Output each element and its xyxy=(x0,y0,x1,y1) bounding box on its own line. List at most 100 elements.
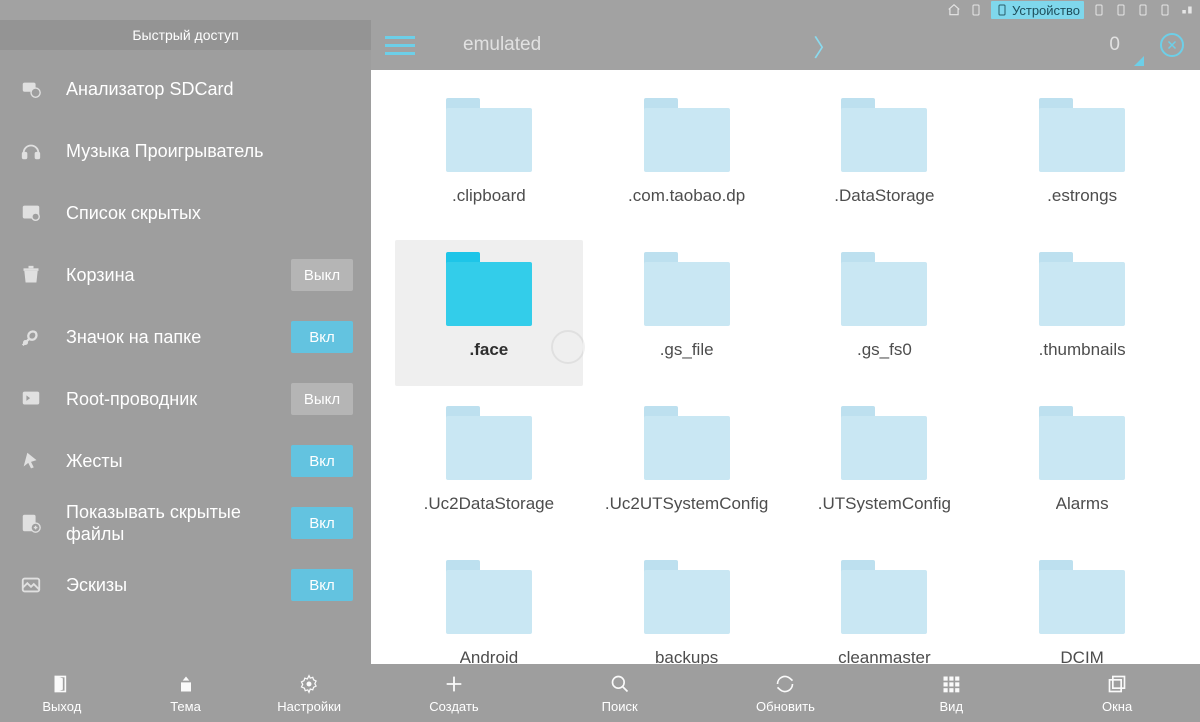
toggle-button[interactable]: Вкл xyxy=(291,445,353,477)
device-icon[interactable] xyxy=(969,3,983,17)
touch-indicator-icon xyxy=(551,330,585,364)
folder-item[interactable]: .clipboard xyxy=(395,86,583,232)
folder-icon xyxy=(446,252,532,326)
тема-icon xyxy=(175,673,197,695)
folder-item[interactable]: DCIM xyxy=(988,548,1176,664)
toolbar-button-label: Окна xyxy=(1102,699,1132,714)
file-browser: emulated 〉 0 .clipboard .com.taobao.dp .Da… xyxy=(371,20,1200,664)
sidebar-item[interactable]: Жесты Вкл xyxy=(0,430,371,492)
folder-item[interactable]: Android xyxy=(395,548,583,664)
folder-item[interactable]: Alarms xyxy=(988,394,1176,540)
close-icon[interactable] xyxy=(1160,33,1184,57)
folder-label: backups xyxy=(655,648,718,664)
folder-item[interactable]: .estrongs xyxy=(988,86,1176,232)
toggle-button[interactable]: Вкл xyxy=(291,321,353,353)
sidebar-item-icon xyxy=(20,574,42,596)
sidebar-item-label: Корзина xyxy=(66,264,267,287)
toolbar-button[interactable]: Поиск xyxy=(537,664,703,722)
folder-icon xyxy=(841,406,927,480)
sidebar-item[interactable]: Показывать скрытые файлы Вкл xyxy=(0,492,371,554)
folder-label: cleanmaster xyxy=(838,648,931,664)
sidebar-item-label: Жесты xyxy=(66,450,267,473)
folder-item[interactable]: .face xyxy=(395,240,583,386)
sidebar-item-icon xyxy=(20,202,42,224)
folder-label: .UTSystemConfig xyxy=(818,494,951,514)
toolbar-button[interactable]: Вид xyxy=(868,664,1034,722)
folder-label: .com.taobao.dp xyxy=(628,186,745,206)
sidebar-item-icon xyxy=(20,326,42,348)
folder-item[interactable]: .gs_fs0 xyxy=(791,240,979,386)
toolbar-button[interactable]: Настройки xyxy=(247,664,371,722)
folder-item[interactable]: .Uc2UTSystemConfig xyxy=(593,394,781,540)
device-tab[interactable]: Устройство xyxy=(991,1,1084,19)
sidebar-item[interactable]: Root-проводник Выкл xyxy=(0,368,371,430)
folder-label: Alarms xyxy=(1056,494,1109,514)
menu-icon[interactable] xyxy=(385,30,415,60)
folder-icon xyxy=(644,560,730,634)
device-icon[interactable] xyxy=(1136,3,1150,17)
sidebar-item[interactable]: ЭскизыВкл xyxy=(0,554,371,616)
sidebar-item[interactable]: Анализатор SDCard xyxy=(0,58,371,120)
sidebar-item[interactable]: Корзина Выкл xyxy=(0,244,371,306)
sidebar-item[interactable]: Музыка Проигрыватель xyxy=(0,120,371,182)
toolbar-button-label: Тема xyxy=(170,699,201,714)
toolbar-button[interactable]: Тема xyxy=(124,664,248,722)
folder-icon xyxy=(1039,560,1125,634)
folder-label: .gs_file xyxy=(660,340,714,360)
поиск-icon xyxy=(609,673,631,695)
folder-item[interactable]: .thumbnails xyxy=(988,240,1176,386)
folder-item[interactable]: .gs_file xyxy=(593,240,781,386)
sidebar-item-icon xyxy=(20,450,42,472)
toggle-button[interactable]: Вкл xyxy=(291,507,353,539)
device-icon xyxy=(995,3,1009,17)
sidebar-item-label: Музыка Проигрыватель xyxy=(66,140,353,163)
sidebar-item-label: Root-проводник xyxy=(66,388,267,411)
path-segment[interactable]: 0 xyxy=(1109,34,1120,56)
toolbar-button[interactable]: Окна xyxy=(1034,664,1200,722)
home-icon[interactable] xyxy=(947,3,961,17)
folder-item[interactable]: .DataStorage xyxy=(791,86,979,232)
sidebar-item-label: Список скрытых xyxy=(66,202,353,225)
folder-grid: .clipboard .com.taobao.dp .DataStorage .est… xyxy=(395,86,1176,664)
device-icon[interactable] xyxy=(1114,3,1128,17)
system-top-bar: Устройство xyxy=(0,0,1200,20)
folder-item[interactable]: .UTSystemConfig xyxy=(791,394,979,540)
toggle-button[interactable]: Вкл xyxy=(291,569,353,601)
path-segment[interactable]: emulated xyxy=(463,34,541,56)
quick-access-sidebar: Быстрый доступ Анализатор SDCard Музыка П… xyxy=(0,20,371,664)
folder-label: .DataStorage xyxy=(834,186,934,206)
toggle-button[interactable]: Выкл xyxy=(291,383,353,415)
folder-item[interactable]: backups xyxy=(593,548,781,664)
folder-icon xyxy=(446,406,532,480)
device-icon[interactable] xyxy=(1092,3,1106,17)
folder-item[interactable]: .Uc2DataStorage xyxy=(395,394,583,540)
folder-icon xyxy=(841,98,927,172)
toolbar-button[interactable]: Создать xyxy=(371,664,537,722)
folder-label: Android xyxy=(460,648,519,664)
sidebar-item[interactable]: Список скрытых xyxy=(0,182,371,244)
folder-label: .clipboard xyxy=(452,186,526,206)
folder-item[interactable]: cleanmaster xyxy=(791,548,979,664)
toolbar-button[interactable]: Выход xyxy=(0,664,124,722)
folder-label: .gs_fs0 xyxy=(857,340,912,360)
sidebar-item[interactable]: Значок на папкеВкл xyxy=(0,306,371,368)
network-icon[interactable] xyxy=(1180,3,1194,17)
sidebar-title: Быстрый доступ xyxy=(0,20,371,50)
folder-item[interactable]: .com.taobao.dp xyxy=(593,86,781,232)
выход-icon xyxy=(51,673,73,695)
toggle-button[interactable]: Выкл xyxy=(291,259,353,291)
device-icon[interactable] xyxy=(1158,3,1172,17)
folder-label: .thumbnails xyxy=(1039,340,1126,360)
folder-label: .estrongs xyxy=(1047,186,1117,206)
folder-label: .face xyxy=(470,340,509,360)
sidebar-item-label: Показывать скрытые файлы xyxy=(66,501,267,546)
folder-label: DCIM xyxy=(1060,648,1103,664)
device-tab-label: Устройство xyxy=(1012,3,1080,18)
sidebar-item-icon xyxy=(20,78,42,100)
toolbar-button[interactable]: Обновить xyxy=(703,664,869,722)
folder-icon xyxy=(841,252,927,326)
toolbar-button-label: Поиск xyxy=(602,699,638,714)
dropdown-indicator-icon[interactable] xyxy=(1134,56,1144,66)
path-bar: emulated 〉 0 xyxy=(371,20,1200,70)
toolbar-button-label: Выход xyxy=(42,699,81,714)
